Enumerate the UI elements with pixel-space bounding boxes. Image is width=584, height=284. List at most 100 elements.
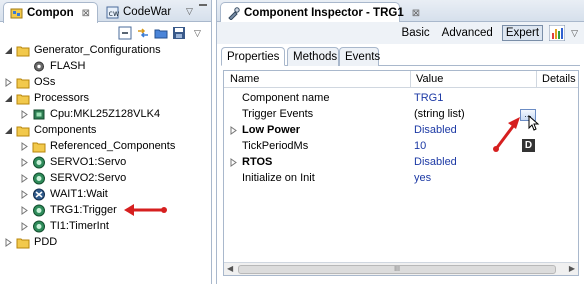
tab-events[interactable]: Events	[339, 47, 380, 66]
scroll-right-icon[interactable]: ▶	[569, 264, 575, 273]
tree-item[interactable]: SERVO1:Servo	[20, 154, 126, 170]
property-row[interactable]: Component name TRG1	[224, 91, 578, 106]
collapsed-twisty-icon[interactable]	[20, 189, 29, 199]
folder-icon	[16, 44, 30, 57]
tree-item[interactable]: PDD	[4, 234, 57, 250]
collapsed-twisty-icon[interactable]	[20, 109, 29, 119]
property-row[interactable]: RTOS Disabled	[224, 155, 578, 170]
tree-item-label: Processors	[34, 92, 90, 104]
column-separator[interactable]	[410, 71, 411, 88]
collapsed-twisty-icon[interactable]	[20, 173, 29, 183]
tree-item-label: TI1:TimerInt	[50, 220, 109, 232]
tree-item[interactable]: OSs	[4, 74, 55, 90]
leaf-spacer	[20, 62, 29, 71]
tree-item[interactable]: TRG1:Trigger	[20, 202, 117, 218]
collapsed-twisty-icon[interactable]	[230, 158, 238, 170]
inspector-subtabs: Properties Methods Events	[221, 46, 580, 66]
mode-bar: Basic Advanced Expert ▽	[217, 22, 584, 44]
scrollbar-grip: III	[394, 266, 400, 273]
minimize-icon[interactable]	[199, 4, 207, 6]
tree-item-label: FLASH	[50, 60, 86, 72]
tab-properties[interactable]: Properties	[221, 47, 285, 66]
collapsed-twisty-icon[interactable]	[4, 77, 13, 87]
component-icon	[32, 156, 46, 169]
inspector-tab-title: Component Inspector - TRG1	[244, 7, 404, 19]
components-view: Compon ⊠ cw CodeWar ▽ ▽ Generator_Config…	[0, 0, 212, 284]
chart-bars-icon[interactable]	[548, 24, 566, 42]
collapsed-twisty-icon[interactable]	[230, 126, 238, 138]
tree-item-label: OSs	[34, 76, 56, 88]
collapsed-twisty-icon[interactable]	[20, 141, 29, 151]
tree-item[interactable]: SERVO2:Servo	[20, 170, 126, 186]
mode-basic-button[interactable]: Basic	[399, 26, 433, 40]
tab-codewarrior-label: CodeWar	[123, 6, 172, 18]
tree-item[interactable]: WAIT1:Wait	[20, 186, 108, 202]
tree-item[interactable]: FLASH	[20, 58, 85, 74]
tree-item-label: SERVO1:Servo	[50, 156, 127, 168]
collapsed-twisty-icon[interactable]	[4, 237, 13, 247]
property-value[interactable]: yes	[414, 172, 431, 184]
tab-components[interactable]: Compon ⊠	[3, 2, 98, 23]
property-value[interactable]: Disabled	[414, 124, 457, 136]
inspector-menu-chevron-icon[interactable]: ▽	[571, 28, 578, 39]
view-menu-chevron-icon[interactable]: ▽	[186, 6, 193, 17]
horizontal-scrollbar[interactable]: ◀ III ▶	[224, 262, 578, 275]
column-header-details[interactable]: Details	[542, 73, 576, 85]
mode-expert-button[interactable]: Expert	[501, 25, 544, 41]
tree-item[interactable]: Processors	[4, 90, 89, 106]
close-icon[interactable]: ⊠	[82, 8, 90, 19]
gear-icon	[32, 60, 46, 73]
components-view-tabbar: Compon ⊠ cw CodeWar ▽	[0, 0, 211, 23]
property-value[interactable]: TRG1	[414, 92, 443, 104]
property-name: TickPeriodMs	[242, 140, 309, 152]
grid-header: Name Value Details	[224, 71, 578, 88]
property-row[interactable]: Initialize on Init yes	[224, 171, 578, 186]
folder-toolbar-icon[interactable]	[154, 26, 168, 40]
annotation-arrow-left	[124, 200, 168, 216]
scroll-left-icon[interactable]: ◀	[227, 264, 233, 273]
tab-component-inspector[interactable]: Component Inspector - TRG1 ⊠	[220, 2, 420, 23]
tab-codewarrior[interactable]: cw CodeWar	[100, 2, 180, 22]
close-icon[interactable]: ⊠	[412, 8, 420, 19]
collapsed-twisty-icon[interactable]	[20, 205, 29, 215]
tree-item[interactable]: Cpu:MKL25Z128VLK4	[20, 106, 160, 122]
collapse-all-icon[interactable]	[118, 26, 132, 40]
svg-text:cw: cw	[109, 9, 120, 18]
tree-item-label: PDD	[34, 236, 58, 248]
property-name: RTOS	[242, 156, 273, 168]
column-separator[interactable]	[536, 71, 537, 88]
tree-item-label: Referenced_Components	[50, 140, 176, 152]
folder-icon	[32, 140, 46, 153]
inspector-tabbar: Component Inspector - TRG1 ⊠	[217, 0, 584, 23]
tree-item-label: Cpu:MKL25Z128VLK4	[50, 108, 161, 120]
component-wait-icon	[32, 188, 46, 201]
property-value[interactable]: (string list)	[414, 108, 465, 120]
component-inspector-view: Component Inspector - TRG1 ⊠ Basic Advan…	[216, 0, 584, 284]
collapsed-twisty-icon[interactable]	[20, 157, 29, 167]
column-header-value[interactable]: Value	[416, 73, 443, 85]
property-name: Trigger Events	[242, 108, 314, 120]
save-components-icon[interactable]	[172, 26, 186, 40]
property-value[interactable]: Disabled	[414, 156, 457, 168]
tree-item[interactable]: TI1:TimerInt	[20, 218, 109, 234]
mouse-cursor-icon	[528, 114, 540, 134]
tree-item[interactable]: Generator_Configurations	[4, 42, 161, 58]
expanded-twisty-icon[interactable]	[4, 46, 13, 55]
collapsed-twisty-icon[interactable]	[20, 221, 29, 231]
expanded-twisty-icon[interactable]	[4, 126, 13, 135]
mode-advanced-button[interactable]: Advanced	[439, 26, 496, 40]
components-toolbar: ▽	[118, 24, 201, 42]
component-icon	[32, 204, 46, 217]
tree-item[interactable]: Components	[4, 122, 96, 138]
tab-methods[interactable]: Methods	[287, 47, 339, 66]
toolbar-menu-chevron-icon[interactable]: ▽	[194, 28, 201, 39]
link-editor-icon[interactable]	[136, 26, 150, 40]
column-header-name[interactable]: Name	[230, 73, 259, 85]
folder-icon	[16, 76, 30, 89]
tree-item-label: TRG1:Trigger	[50, 204, 117, 216]
tree-item[interactable]: Referenced_Components	[20, 138, 175, 154]
property-value[interactable]: 10	[414, 140, 426, 152]
folder-icon	[16, 124, 30, 137]
expanded-twisty-icon[interactable]	[4, 94, 13, 103]
scrollbar-thumb[interactable]: III	[238, 265, 556, 274]
